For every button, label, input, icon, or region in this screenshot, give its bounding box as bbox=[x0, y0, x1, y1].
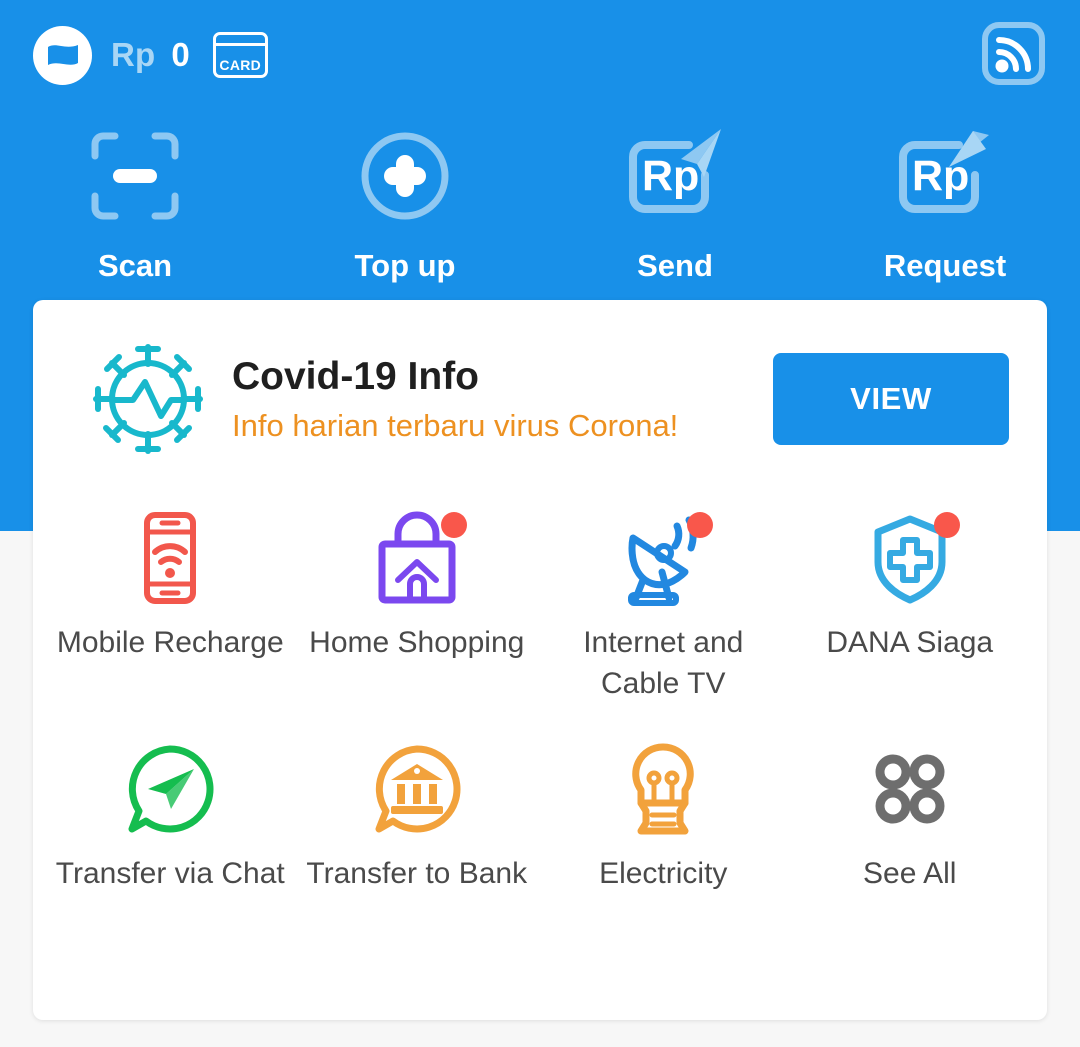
quick-action-label: Scan bbox=[97, 248, 173, 283]
service-item-mobile-recharge[interactable]: Mobile Recharge bbox=[47, 506, 294, 705]
covid-view-button[interactable]: VIEW bbox=[773, 353, 1009, 445]
service-item-dana-siaga[interactable]: DANA Siaga bbox=[787, 506, 1034, 705]
coronavirus-icon bbox=[93, 344, 203, 454]
shopping-bag-house-icon bbox=[365, 506, 469, 610]
service-label: DANA Siaga bbox=[826, 626, 994, 659]
request-money-icon: Rp bbox=[889, 118, 1001, 234]
service-label: Internet and Cable TV bbox=[583, 626, 744, 701]
balance-bar: Rp 0 CARD bbox=[0, 0, 1080, 110]
rss-feed-icon[interactable] bbox=[982, 22, 1045, 85]
quick-action-label: Send bbox=[637, 248, 713, 283]
card-badge[interactable]: CARD bbox=[212, 32, 268, 78]
service-item-electricity[interactable]: Electricity bbox=[540, 737, 787, 894]
service-label: Mobile Recharge bbox=[56, 626, 284, 659]
shield-cross-icon bbox=[858, 506, 962, 610]
covid-info-subtitle: Info harian terbaru virus Corona! bbox=[232, 407, 679, 443]
quick-actions-row: Scan Top up Rp Send Rp Request bbox=[0, 118, 1080, 284]
satellite-dish-icon bbox=[611, 506, 715, 610]
dana-wallet-logo-icon[interactable] bbox=[33, 25, 92, 85]
grid-dots-icon bbox=[858, 737, 962, 841]
covid-info-title: Covid-19 Info bbox=[232, 354, 480, 398]
service-label: Home Shopping bbox=[309, 626, 525, 659]
service-label: See All bbox=[863, 856, 957, 890]
notification-badge bbox=[687, 512, 714, 538]
send-money-icon: Rp bbox=[619, 118, 731, 234]
service-item-transfer-via-chat[interactable]: Transfer via Chat bbox=[47, 737, 294, 894]
service-item-home-shopping[interactable]: Home Shopping bbox=[294, 506, 541, 705]
service-item-transfer-to-bank[interactable]: Transfer to Bank bbox=[294, 737, 541, 894]
phone-signal-icon bbox=[118, 506, 222, 610]
quick-action-top-up[interactable]: Top up bbox=[270, 118, 540, 284]
qr-scan-icon bbox=[85, 118, 185, 234]
light-bulb-icon bbox=[611, 737, 715, 841]
chat-bank-icon bbox=[365, 737, 469, 841]
services-grid: Mobile Recharge Home Shopping Internet a… bbox=[33, 498, 1047, 894]
currency-label: Rp bbox=[111, 36, 156, 73]
service-label: Transfer to Bank bbox=[306, 856, 528, 890]
plus-circle-icon bbox=[355, 118, 455, 234]
notification-badge bbox=[440, 512, 467, 538]
notification-badge bbox=[933, 512, 960, 538]
service-item-internet-cable-tv[interactable]: Internet and Cable TV bbox=[540, 506, 787, 705]
quick-action-request[interactable]: Rp Request bbox=[810, 118, 1080, 284]
quick-action-scan[interactable]: Scan bbox=[0, 118, 270, 284]
balance-amount: 0 bbox=[171, 36, 190, 73]
quick-action-label: Request bbox=[883, 248, 1007, 283]
content-card: Covid-19 Info Info harian terbaru virus … bbox=[33, 300, 1047, 1020]
chat-send-icon bbox=[118, 737, 222, 841]
card-badge-label: CARD bbox=[219, 57, 262, 73]
covid-info-text: Covid-19 Info Info harian terbaru virus … bbox=[232, 355, 773, 443]
quick-action-send[interactable]: Rp Send bbox=[540, 118, 810, 284]
service-label: Electricity bbox=[599, 856, 728, 890]
quick-action-label: Top up bbox=[354, 248, 456, 283]
covid-info-banner[interactable]: Covid-19 Info Info harian terbaru virus … bbox=[33, 300, 1047, 498]
service-label: Transfer via Chat bbox=[55, 856, 285, 890]
service-item-see-all[interactable]: See All bbox=[787, 737, 1034, 894]
